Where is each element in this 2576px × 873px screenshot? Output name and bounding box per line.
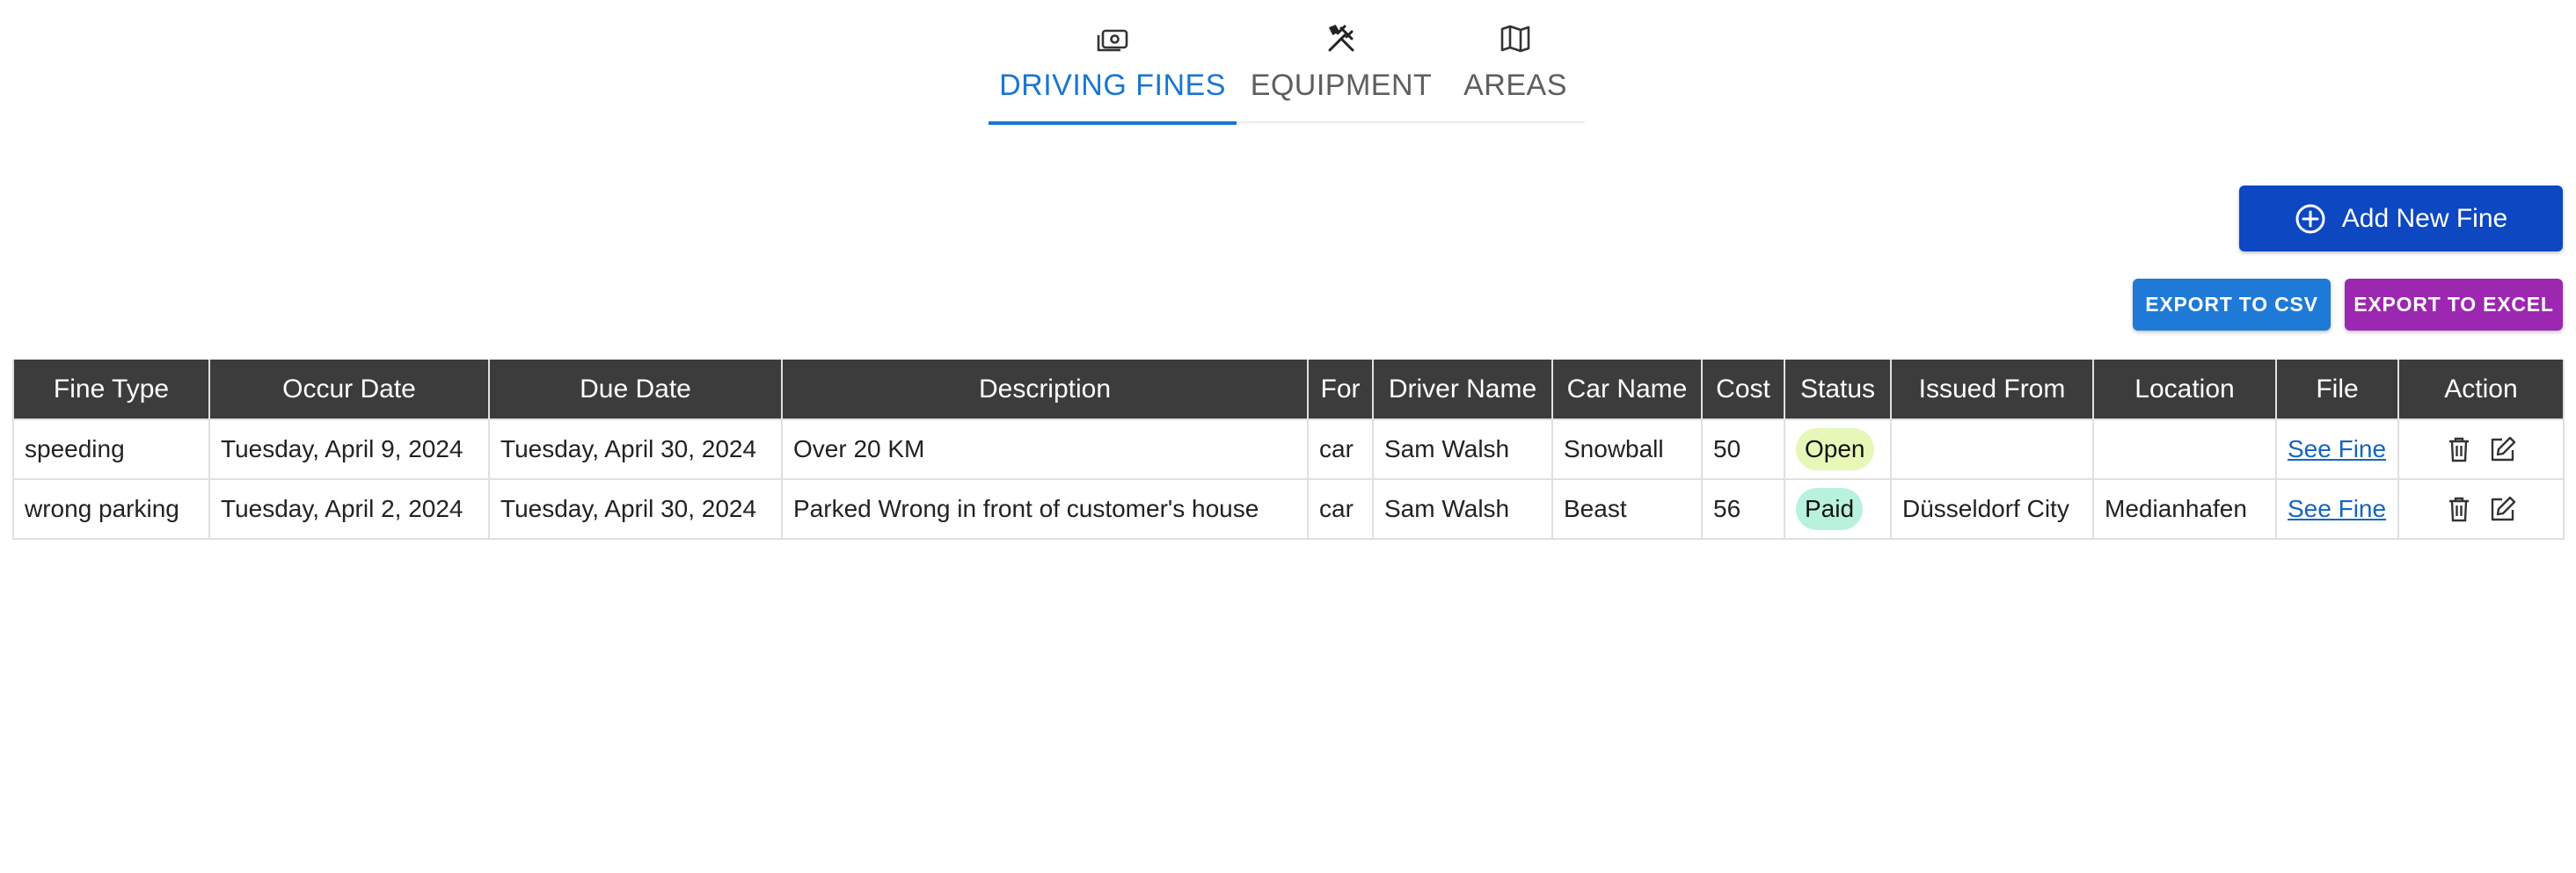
cell-issued-from [1890,418,2094,480]
cell-due-date: Tuesday, April 30, 2024 [488,418,783,480]
cell-for: car [1307,478,1374,540]
column-header-description[interactable]: Description [781,360,1309,420]
add-new-fine-button[interactable]: Add New Fine [2239,186,2563,251]
cell-fine-type: wrong parking [12,478,210,540]
tools-icon [1324,21,1359,56]
status-badge: Open [1796,428,1874,470]
delete-icon[interactable] [2444,434,2474,464]
column-header-due-date[interactable]: Due Date [488,360,783,420]
add-circle-icon [2295,203,2326,235]
column-header-file[interactable]: File [2275,360,2399,420]
export-csv-button[interactable]: EXPORT TO CSV [2133,279,2331,331]
column-header-location[interactable]: Location [2092,360,2277,420]
column-header-driver-name[interactable]: Driver Name [1372,360,1553,420]
tab-label: AREAS [1463,69,1567,102]
see-fine-link[interactable]: See Fine [2288,495,2386,522]
column-header-cost[interactable]: Cost [1701,360,1785,420]
column-header-occur-date[interactable]: Occur Date [208,360,490,420]
cell-description: Over 20 KM [781,418,1309,480]
column-header-status[interactable]: Status [1784,360,1892,420]
cell-action [2397,418,2565,480]
cell-file: See Fine [2275,418,2399,480]
edit-icon[interactable] [2488,494,2518,524]
cell-issued-from: Düsseldorf City [1890,478,2094,540]
column-header-action: Action [2397,360,2565,420]
see-fine-link[interactable]: See Fine [2288,435,2386,462]
export-excel-button[interactable]: EXPORT TO EXCEL [2345,279,2563,331]
cell-cost: 50 [1701,418,1785,480]
column-header-car-name[interactable]: Car Name [1551,360,1703,420]
tab-bar: DRIVING FINES EQUIPMENT AREAS [989,0,1585,125]
column-header-issued-from[interactable]: Issued From [1890,360,2094,420]
cell-occur-date: Tuesday, April 2, 2024 [208,478,490,540]
cell-status: Open [1784,418,1892,480]
cell-cost: 56 [1701,478,1785,540]
tab-label: EQUIPMENT [1250,69,1433,102]
edit-icon[interactable] [2488,434,2518,464]
cell-driver-name: Sam Walsh [1372,478,1553,540]
cell-action [2397,478,2565,540]
tab-equipment[interactable]: EQUIPMENT [1237,0,1446,123]
cell-location: Medianhafen [2092,478,2277,540]
cell-fine-type: speeding [12,418,210,480]
fines-table: Fine Type Occur Date Due Date Descriptio… [12,360,2565,540]
cell-car-name: Snowball [1551,418,1703,480]
add-new-fine-label: Add New Fine [2341,203,2508,233]
tab-label: DRIVING FINES [999,69,1226,102]
cell-location [2092,418,2277,480]
cell-for: car [1307,418,1374,480]
delete-icon[interactable] [2444,494,2474,524]
column-header-for[interactable]: For [1307,360,1374,420]
table-row: wrong parking Tuesday, April 2, 2024 Tue… [12,478,2565,540]
cell-car-name: Beast [1551,478,1703,540]
table-row: speeding Tuesday, April 9, 2024 Tuesday,… [12,418,2565,480]
money-icon [1095,21,1130,56]
column-header-fine-type[interactable]: Fine Type [12,360,210,420]
map-icon [1498,21,1533,56]
cell-driver-name: Sam Walsh [1372,418,1553,480]
cell-due-date: Tuesday, April 30, 2024 [488,478,783,540]
status-badge: Paid [1796,488,1864,530]
table-header-row: Fine Type Occur Date Due Date Descriptio… [12,360,2565,420]
tab-areas[interactable]: AREAS [1446,0,1585,123]
cell-file: See Fine [2275,478,2399,540]
cell-description: Parked Wrong in front of customer's hous… [781,478,1309,540]
cell-occur-date: Tuesday, April 9, 2024 [208,418,490,480]
cell-status: Paid [1784,478,1892,540]
tab-driving-fines[interactable]: DRIVING FINES [989,0,1237,125]
